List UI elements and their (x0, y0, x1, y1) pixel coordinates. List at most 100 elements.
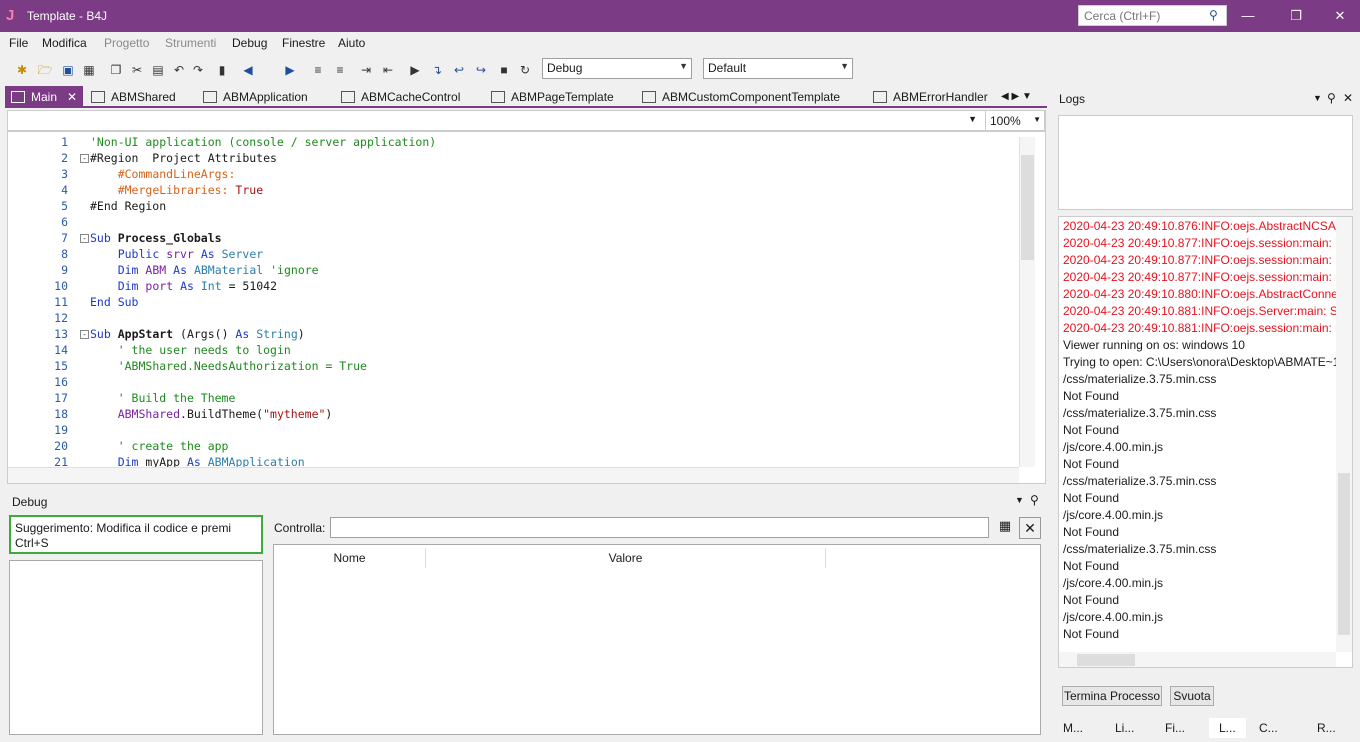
close-tab-icon[interactable]: ✕ (67, 86, 77, 108)
scroll-thumb[interactable] (1077, 654, 1135, 666)
menu-finestre[interactable]: Finestre (282, 36, 325, 50)
pin-icon[interactable]: ⚲ (1327, 91, 1336, 105)
logs-output[interactable]: 2020-04-23 20:49:10.876:INFO:oejs.Abstra… (1058, 216, 1353, 668)
logs-vertical-scrollbar[interactable] (1336, 217, 1352, 652)
uncomment-icon[interactable]: ≡ (332, 62, 348, 78)
code-line[interactable]: 13 - Sub AppStart (Args() As String) (8, 326, 1018, 342)
code-line[interactable]: 4 #MergeLibraries: True (8, 182, 1018, 198)
editor-horizontal-scrollbar[interactable] (8, 467, 1019, 483)
tab-abmcustomcomponenttemplate[interactable]: ABMCustomComponentTemplate (642, 86, 840, 108)
watch-input[interactable] (330, 517, 989, 538)
save-all-icon[interactable]: ▦ (81, 62, 97, 78)
menu-file[interactable]: File (9, 36, 28, 50)
menu-progetto[interactable]: Progetto (104, 36, 149, 50)
chevron-down-icon[interactable]: ▼ (968, 114, 977, 124)
close-panel-icon[interactable]: ✕ (1343, 91, 1353, 105)
code-line[interactable]: 8 Public srvr As Server (8, 246, 1018, 262)
code-line[interactable]: 3 #CommandLineArgs: (8, 166, 1018, 182)
code-editor[interactable]: 1 'Non-UI application (console / server a… (7, 131, 1046, 484)
tab-scroll-icon[interactable]: ◀ ▶ ▼ (1001, 86, 1032, 108)
paste-icon[interactable]: ▤ (150, 62, 166, 78)
tab-main[interactable]: Main ✕ (5, 86, 83, 108)
chevron-down-icon[interactable]: ▼ (1015, 495, 1024, 505)
code-line[interactable]: 12 (8, 310, 1018, 326)
terminate-process-button[interactable]: Termina Processo (1062, 686, 1162, 706)
fold-toggle-icon[interactable]: - (80, 154, 89, 163)
tab-c[interactable]: C... (1259, 718, 1278, 738)
code-line[interactable]: 9 Dim ABM As ABMaterial 'ignore (8, 262, 1018, 278)
tab-logs[interactable]: L... (1209, 718, 1246, 738)
minimize-button[interactable]: — (1228, 4, 1268, 28)
restart-icon[interactable]: ↻ (517, 62, 533, 78)
code-line[interactable]: 16 (8, 374, 1018, 390)
bookmark-icon[interactable]: ▮ (214, 62, 230, 78)
clear-watch-icon[interactable]: ✕ (1019, 517, 1041, 539)
build-config-select[interactable]: Debug ▼ (542, 58, 692, 79)
zoom-select[interactable]: 100% ▼ (985, 110, 1045, 131)
save-icon[interactable]: ▣ (60, 62, 76, 78)
code-line[interactable]: 17 ' Build the Theme (8, 390, 1018, 406)
chevron-down-icon[interactable]: ▼ (1313, 93, 1322, 103)
debug-list[interactable] (9, 560, 263, 735)
code-line[interactable]: 15 'ABMShared.NeedsAuthorization = True (8, 358, 1018, 374)
tab-abmcachecontrol[interactable]: ABMCacheControl (341, 86, 460, 108)
code-line[interactable]: 1 'Non-UI application (console / server a… (8, 134, 1018, 150)
logs-filter-area[interactable] (1058, 115, 1353, 210)
fold-toggle-icon[interactable]: - (80, 330, 89, 339)
clear-logs-button[interactable]: Svuota (1170, 686, 1214, 706)
tab-modules[interactable]: M... (1063, 718, 1083, 738)
redo-icon[interactable]: ↷ (190, 62, 206, 78)
copy-icon[interactable]: ❐ (108, 62, 124, 78)
outdent-icon[interactable]: ⇤ (380, 62, 396, 78)
comment-icon[interactable]: ≡ (310, 62, 326, 78)
tab-abmpagetemplate[interactable]: ABMPageTemplate (491, 86, 614, 108)
code-line[interactable]: 5 #End Region (8, 198, 1018, 214)
close-button[interactable]: ✕ (1320, 4, 1360, 28)
fold-toggle-icon[interactable]: - (80, 234, 89, 243)
open-folder-icon[interactable]: 🗁 (37, 62, 53, 78)
tab-libraries[interactable]: Li... (1115, 718, 1134, 738)
logs-horizontal-scrollbar[interactable] (1059, 652, 1336, 667)
nav-back-icon[interactable]: ◀ (240, 62, 256, 78)
tab-abmapplication[interactable]: ABMApplication (203, 86, 308, 108)
code-line[interactable]: 2 - #Region Project Attributes (8, 150, 1018, 166)
code-line[interactable]: 20 ' create the app (8, 438, 1018, 454)
code-text: End Sub (90, 295, 139, 309)
step-out-icon[interactable]: ↪ (473, 62, 489, 78)
tab-abmshared[interactable]: ABMShared (91, 86, 176, 108)
indent-icon[interactable]: ⇥ (358, 62, 374, 78)
col-name-header[interactable]: Nome (274, 548, 426, 568)
code-line[interactable]: 6 (8, 214, 1018, 230)
menu-debug[interactable]: Debug (232, 36, 267, 50)
tab-r[interactable]: R... (1317, 718, 1336, 738)
search-input[interactable]: Cerca (Ctrl+F) ⚲ (1078, 5, 1227, 26)
menu-strumenti[interactable]: Strumenti (165, 36, 216, 50)
code-line[interactable]: 18 ABMShared.BuildTheme("mytheme") (8, 406, 1018, 422)
col-value-header[interactable]: Valore (426, 548, 826, 568)
step-over-icon[interactable]: ↩ (451, 62, 467, 78)
scroll-thumb[interactable] (1338, 473, 1350, 635)
device-select[interactable]: Default ▼ (703, 58, 853, 79)
run-icon[interactable]: ▶ (407, 62, 423, 78)
code-line[interactable]: 7 - Sub Process_Globals (8, 230, 1018, 246)
tab-files[interactable]: Fi... (1165, 718, 1185, 738)
scroll-thumb[interactable] (1021, 155, 1034, 260)
code-line[interactable]: 11 End Sub (8, 294, 1018, 310)
menu-modifica[interactable]: Modifica (42, 36, 87, 50)
pin-icon[interactable]: ⚲ (1030, 493, 1039, 507)
calculator-icon[interactable]: ▦ (996, 518, 1014, 538)
undo-icon[interactable]: ↶ (171, 62, 187, 78)
code-line[interactable]: 19 (8, 422, 1018, 438)
code-line[interactable]: 10 Dim port As Int = 51042 (8, 278, 1018, 294)
menu-aiuto[interactable]: Aiuto (338, 36, 365, 50)
step-in-icon[interactable]: ↴ (429, 62, 445, 78)
tab-label: ABMPageTemplate (511, 90, 614, 104)
editor-vertical-scrollbar[interactable] (1019, 137, 1035, 467)
cut-icon[interactable]: ✂ (129, 62, 145, 78)
stop-icon[interactable]: ■ (496, 62, 512, 78)
code-line[interactable]: 14 ' the user needs to login (8, 342, 1018, 358)
new-file-icon[interactable]: ✱ (14, 62, 30, 78)
tab-abmerrorhandler[interactable]: ABMErrorHandler (873, 86, 988, 108)
maximize-button[interactable]: ❐ (1276, 4, 1316, 28)
nav-forward-icon[interactable]: ▶ (282, 62, 298, 78)
